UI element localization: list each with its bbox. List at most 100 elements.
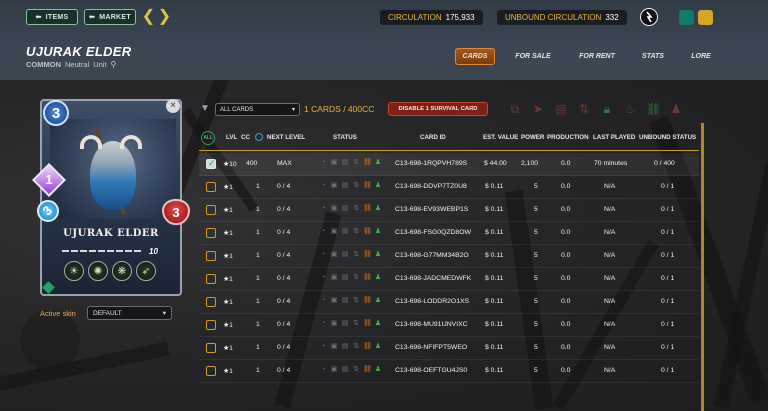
row-checkbox[interactable] bbox=[206, 251, 216, 261]
tab-for-sale[interactable]: FOR SALE bbox=[511, 48, 555, 65]
ability-icon-1[interactable]: ☀ bbox=[64, 261, 84, 281]
active-skin-label: Active skin bbox=[40, 309, 76, 318]
cell-card-id[interactable]: C13-698-LODDR2O1XS bbox=[395, 298, 469, 305]
col-unbound-status[interactable]: UNBOUND STATUS bbox=[639, 134, 696, 141]
burn-icon[interactable]: ♨ bbox=[623, 101, 637, 117]
col-next-level[interactable]: NEXT LEVEL bbox=[267, 134, 305, 141]
col-lvl[interactable]: LVL bbox=[226, 134, 237, 141]
row-checkbox[interactable] bbox=[206, 274, 216, 284]
disable-survival-card-button[interactable]: DISABLE 1 SURVIVAL CARD bbox=[388, 102, 488, 116]
tab-lore[interactable]: LORE bbox=[687, 48, 715, 65]
table-row[interactable]: ★1 1 0 / 4 ◔ ▣ ▤ ⇅ ⛓ ♟ C13-698-G77MM34B2O $ 0… bbox=[199, 245, 699, 268]
owner-icon: ♟ bbox=[374, 297, 382, 304]
cell-card-id[interactable]: C13-698-JADCMEDWFK bbox=[395, 275, 471, 282]
cell-production: 0.0 bbox=[561, 344, 571, 351]
cell-power: 5 bbox=[534, 367, 538, 374]
card-artwork bbox=[50, 119, 176, 219]
table-row[interactable]: ★1 1 0 / 4 ◔ ▣ ▤ ⇅ ⛓ ♟ C13-698-JADCMEDWFK $ 0… bbox=[199, 268, 699, 291]
cell-card-id[interactable]: C13-698-G77MM34B2O bbox=[395, 252, 469, 259]
table-row[interactable]: ★1 1 0 / 4 ◔ ▣ ▤ ⇅ ⛓ ♟ C13-698-EV93WEBP1S $ 0… bbox=[199, 199, 699, 222]
cell-card-id[interactable]: C13-698-FSG0QZD8OW bbox=[395, 229, 471, 236]
clock-icon: ◔ bbox=[320, 182, 326, 189]
unbound-circulation-pill: UNBOUND CIRCULATION 332 bbox=[497, 10, 627, 25]
transfer-icon[interactable]: ⇅ bbox=[577, 101, 591, 117]
ability-icon-2[interactable]: ✺ bbox=[88, 261, 108, 281]
row-checkbox[interactable] bbox=[206, 297, 216, 307]
active-skin-select[interactable]: DEFAULT ▾ bbox=[87, 306, 172, 320]
card-edition-icon[interactable] bbox=[698, 10, 713, 25]
card-filter-select[interactable]: ALL CARDS ▾ bbox=[215, 103, 300, 116]
cell-power: 5 bbox=[534, 229, 538, 236]
row-checkbox[interactable] bbox=[206, 205, 216, 215]
neutral-element-icon[interactable] bbox=[640, 8, 658, 26]
col-production[interactable]: PRODUCTION bbox=[547, 134, 589, 141]
bulk-action-icons: ⧉ ➤ ▤ ⇅ 🔒︎ ♨ ⛓ ♟ bbox=[508, 101, 683, 117]
delegate-icon[interactable]: ♟ bbox=[669, 101, 683, 117]
header-divider bbox=[199, 150, 699, 151]
cell-cc: 1 bbox=[256, 206, 260, 213]
row-checkbox[interactable] bbox=[206, 320, 216, 330]
cell-power: 5 bbox=[534, 275, 538, 282]
table-row[interactable]: ★1 1 0 / 4 ◔ ▣ ▤ ⇅ ⛓ ♟ C13-698-OEFTGU4JS0 $ 0… bbox=[199, 360, 699, 383]
market-button[interactable]: ⬅ MARKET bbox=[84, 9, 136, 25]
cell-last-played: N/A bbox=[604, 252, 616, 259]
row-checkbox[interactable] bbox=[206, 182, 216, 192]
link-icon[interactable]: ⛓ bbox=[646, 101, 661, 117]
tab-for-rent[interactable]: FOR RENT bbox=[575, 48, 619, 65]
cell-card-id[interactable]: C13-698-EV93WEBP1S bbox=[395, 206, 468, 213]
status-icons: ◔ ▣ ▤ ⇅ ⛓ ♟ bbox=[319, 296, 382, 306]
filter-icon[interactable]: ▼ bbox=[200, 104, 210, 114]
cc-info-icon[interactable] bbox=[255, 133, 263, 141]
ability-icon-4[interactable]: ➶ bbox=[136, 261, 156, 281]
row-checkbox[interactable] bbox=[206, 158, 216, 169]
col-est-value[interactable]: EST. VALUE bbox=[483, 134, 518, 141]
clock-icon: ◔ bbox=[320, 343, 326, 350]
market-icon[interactable]: ▤ bbox=[554, 101, 568, 117]
cell-est-value: $ 0.11 bbox=[485, 344, 504, 351]
table-scrollbar[interactable] bbox=[701, 123, 704, 411]
status-icons: ◔ ▣ ▤ ⇅ ⛓ ♟ bbox=[319, 158, 382, 168]
cell-cc: 1 bbox=[256, 252, 260, 259]
tab-cards[interactable]: CARDS bbox=[455, 48, 495, 65]
unbound-circulation-value: 332 bbox=[605, 13, 619, 22]
cell-production: 0.0 bbox=[561, 183, 571, 190]
ability-icon-3[interactable]: ❋ bbox=[112, 261, 132, 281]
table-row[interactable]: ★1 1 0 / 4 ◔ ▣ ▤ ⇅ ⛓ ♟ C13-698-NFIFPT5WEO $ 0… bbox=[199, 337, 699, 360]
table-row[interactable]: ★1 1 0 / 4 ◔ ▣ ▤ ⇅ ⛓ ♟ C13-698-LODDR2O1XS $ 0… bbox=[199, 291, 699, 314]
table-row[interactable]: ★1 1 0 / 4 ◔ ▣ ▤ ⇅ ⛓ ♟ C13-698-FSG0QZD8OW $ 0… bbox=[199, 222, 699, 245]
cell-card-id[interactable]: C13-698-OEFTGU4JS0 bbox=[395, 367, 467, 374]
row-checkbox[interactable] bbox=[206, 343, 216, 353]
previous-card-arrow-icon[interactable]: ❮ bbox=[141, 7, 156, 27]
lock-icon: ▣ bbox=[330, 205, 338, 212]
table-row[interactable]: ★10 400 MAX ◔ ▣▤ ⇅ ⛓♟ C13-698-1RQPVH789S $ … bbox=[199, 153, 699, 176]
col-cc[interactable]: CC bbox=[241, 134, 250, 141]
cell-card-id[interactable]: C13-698-MU91IJNVIXC bbox=[395, 321, 468, 328]
table-row[interactable]: ★1 1 0 / 4 ◔ ▣ ▤ ⇅ ⛓ ♟ C13-698-MU91IJNVIXC $ … bbox=[199, 314, 699, 337]
col-power[interactable]: POWER bbox=[521, 134, 544, 141]
cell-cc: 400 bbox=[246, 160, 258, 167]
row-checkbox[interactable] bbox=[206, 228, 216, 238]
cell-next-level: 0 / 4 bbox=[277, 206, 291, 213]
table-row[interactable]: ★1 1 0 / 4 ◔ ▣ ▤ ⇅ ⛓ ♟ C13-698-DDVP7TZ0U8 $ 0… bbox=[199, 176, 699, 199]
close-icon[interactable]: × bbox=[166, 99, 180, 113]
next-card-arrow-icon[interactable]: ❯ bbox=[157, 7, 172, 27]
col-card-id[interactable]: CARD ID bbox=[420, 134, 446, 141]
row-checkbox[interactable] bbox=[206, 366, 216, 376]
tab-stats[interactable]: STATS bbox=[637, 48, 669, 65]
items-button[interactable]: ⬅ ITEMS bbox=[26, 9, 78, 25]
cell-card-id[interactable]: C13-698-1RQPVH789S bbox=[395, 160, 467, 167]
clock-icon: ◔ bbox=[320, 297, 326, 304]
send-icon[interactable]: ➤ bbox=[531, 101, 545, 117]
col-last-played[interactable]: LAST PLAYED bbox=[593, 134, 635, 141]
combine-icon[interactable]: ⧉ bbox=[508, 101, 522, 117]
cell-card-id[interactable]: C13-698-NFIFPT5WEO bbox=[395, 344, 467, 351]
card-image[interactable]: UJURAK ELDER 10 ☀ ✺ ❋ ➶ bbox=[40, 99, 182, 296]
col-status[interactable]: STATUS bbox=[333, 134, 357, 141]
status-icons: ◔ ▣ ▤ ⇅ ⛓ ♟ bbox=[319, 365, 382, 375]
status-icons: ◔ ▣ ▤ ⇅ ⛓ ♟ bbox=[319, 319, 382, 329]
card-set-icon[interactable] bbox=[679, 10, 694, 25]
cell-unbound-status: 0 / 400 bbox=[654, 160, 675, 167]
lock-icon[interactable]: 🔒︎ bbox=[600, 101, 614, 117]
lock-icon: ▣ bbox=[330, 159, 338, 166]
cell-card-id[interactable]: C13-698-DDVP7TZ0U8 bbox=[395, 183, 467, 190]
